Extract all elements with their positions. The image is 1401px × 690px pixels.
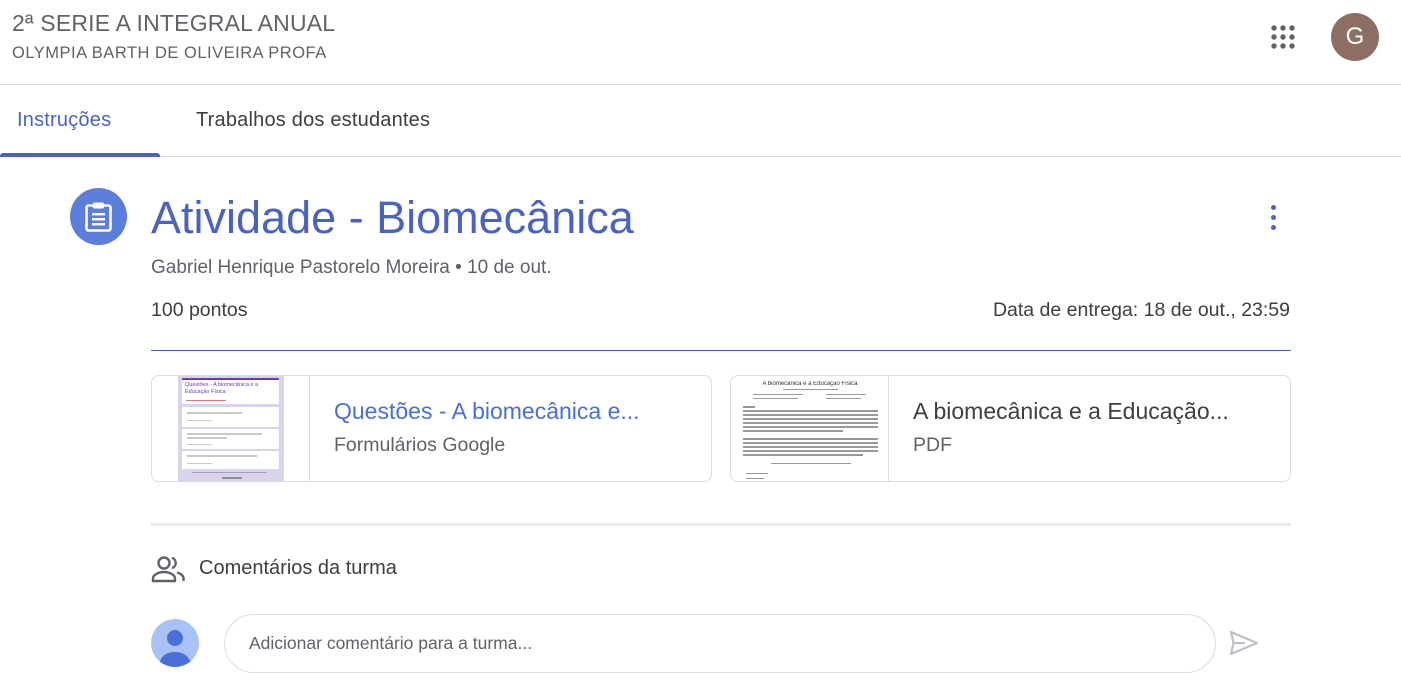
course-subtitle: OLYMPIA BARTH DE OLIVEIRA PROFA: [12, 44, 327, 62]
tab-instructions-label: Instruções: [17, 109, 112, 131]
top-bar: 2ª SERIE A INTEGRAL ANUAL OLYMPIA BARTH …: [0, 0, 1401, 85]
assignment-due-date: Data de entrega: 18 de out., 23:59: [992, 299, 1290, 321]
section-divider: [151, 350, 1291, 351]
tab-student-work[interactable]: Trabalhos dos estudantes: [196, 85, 430, 157]
tab-bar: Instruções Trabalhos dos estudantes: [0, 85, 1401, 157]
pdf-thumbnail: A biomecânica e a Educação Física: [731, 376, 889, 481]
assignment-author-date: Gabriel Henrique Pastorelo Moreira • 10 …: [151, 257, 552, 278]
assignment-points: 100 pontos: [151, 299, 248, 321]
attachment-card-pdf[interactable]: A biomecânica e a Educação Física A biom…: [730, 375, 1291, 482]
active-tab-indicator: [0, 153, 160, 157]
attachment-title[interactable]: A biomecânica e a Educação...: [913, 398, 1273, 425]
send-icon: [1229, 630, 1259, 656]
default-person-icon: [159, 630, 191, 667]
attachment-card-form[interactable]: Questões - A biomecânica e a Educação Fí…: [151, 375, 712, 482]
pdf-thumbnail-title: A biomecânica e a Educação Física: [762, 381, 858, 387]
account-avatar[interactable]: G: [1331, 13, 1379, 61]
comments-divider: [151, 523, 1291, 526]
more-options-button[interactable]: [1253, 199, 1293, 239]
assignment-clipboard-icon: [85, 202, 112, 232]
assignment-icon-badge: [70, 188, 127, 245]
attachment-type: PDF: [913, 434, 952, 456]
tab-student-work-label: Trabalhos dos estudantes: [196, 109, 431, 131]
form-thumbnail: Questões - A biomecânica e a Educação Fí…: [152, 376, 310, 481]
send-comment-button[interactable]: [1222, 622, 1266, 666]
more-vert-icon-dot: [1271, 225, 1276, 230]
apps-button[interactable]: [1263, 17, 1303, 57]
attachment-title[interactable]: Questões - A biomecânica e...: [334, 398, 694, 425]
course-title[interactable]: 2ª SERIE A INTEGRAL ANUAL: [12, 10, 335, 37]
user-avatar: [151, 619, 199, 667]
form-thumbnail-title: Questões - A biomecânica e a Educação Fí…: [185, 382, 259, 395]
people-icon: [151, 556, 185, 583]
attachment-type: Formulários Google: [334, 434, 506, 456]
more-vert-icon-dot: [1271, 205, 1276, 210]
assignment-title: Atividade - Biomecânica: [151, 192, 634, 243]
comments-heading: Comentários da turma: [199, 557, 397, 579]
apps-grid-icon: [1271, 25, 1295, 49]
more-vert-icon-dot: [1271, 215, 1276, 220]
class-comment-input[interactable]: [224, 614, 1216, 673]
tab-instructions[interactable]: Instruções: [0, 85, 160, 157]
